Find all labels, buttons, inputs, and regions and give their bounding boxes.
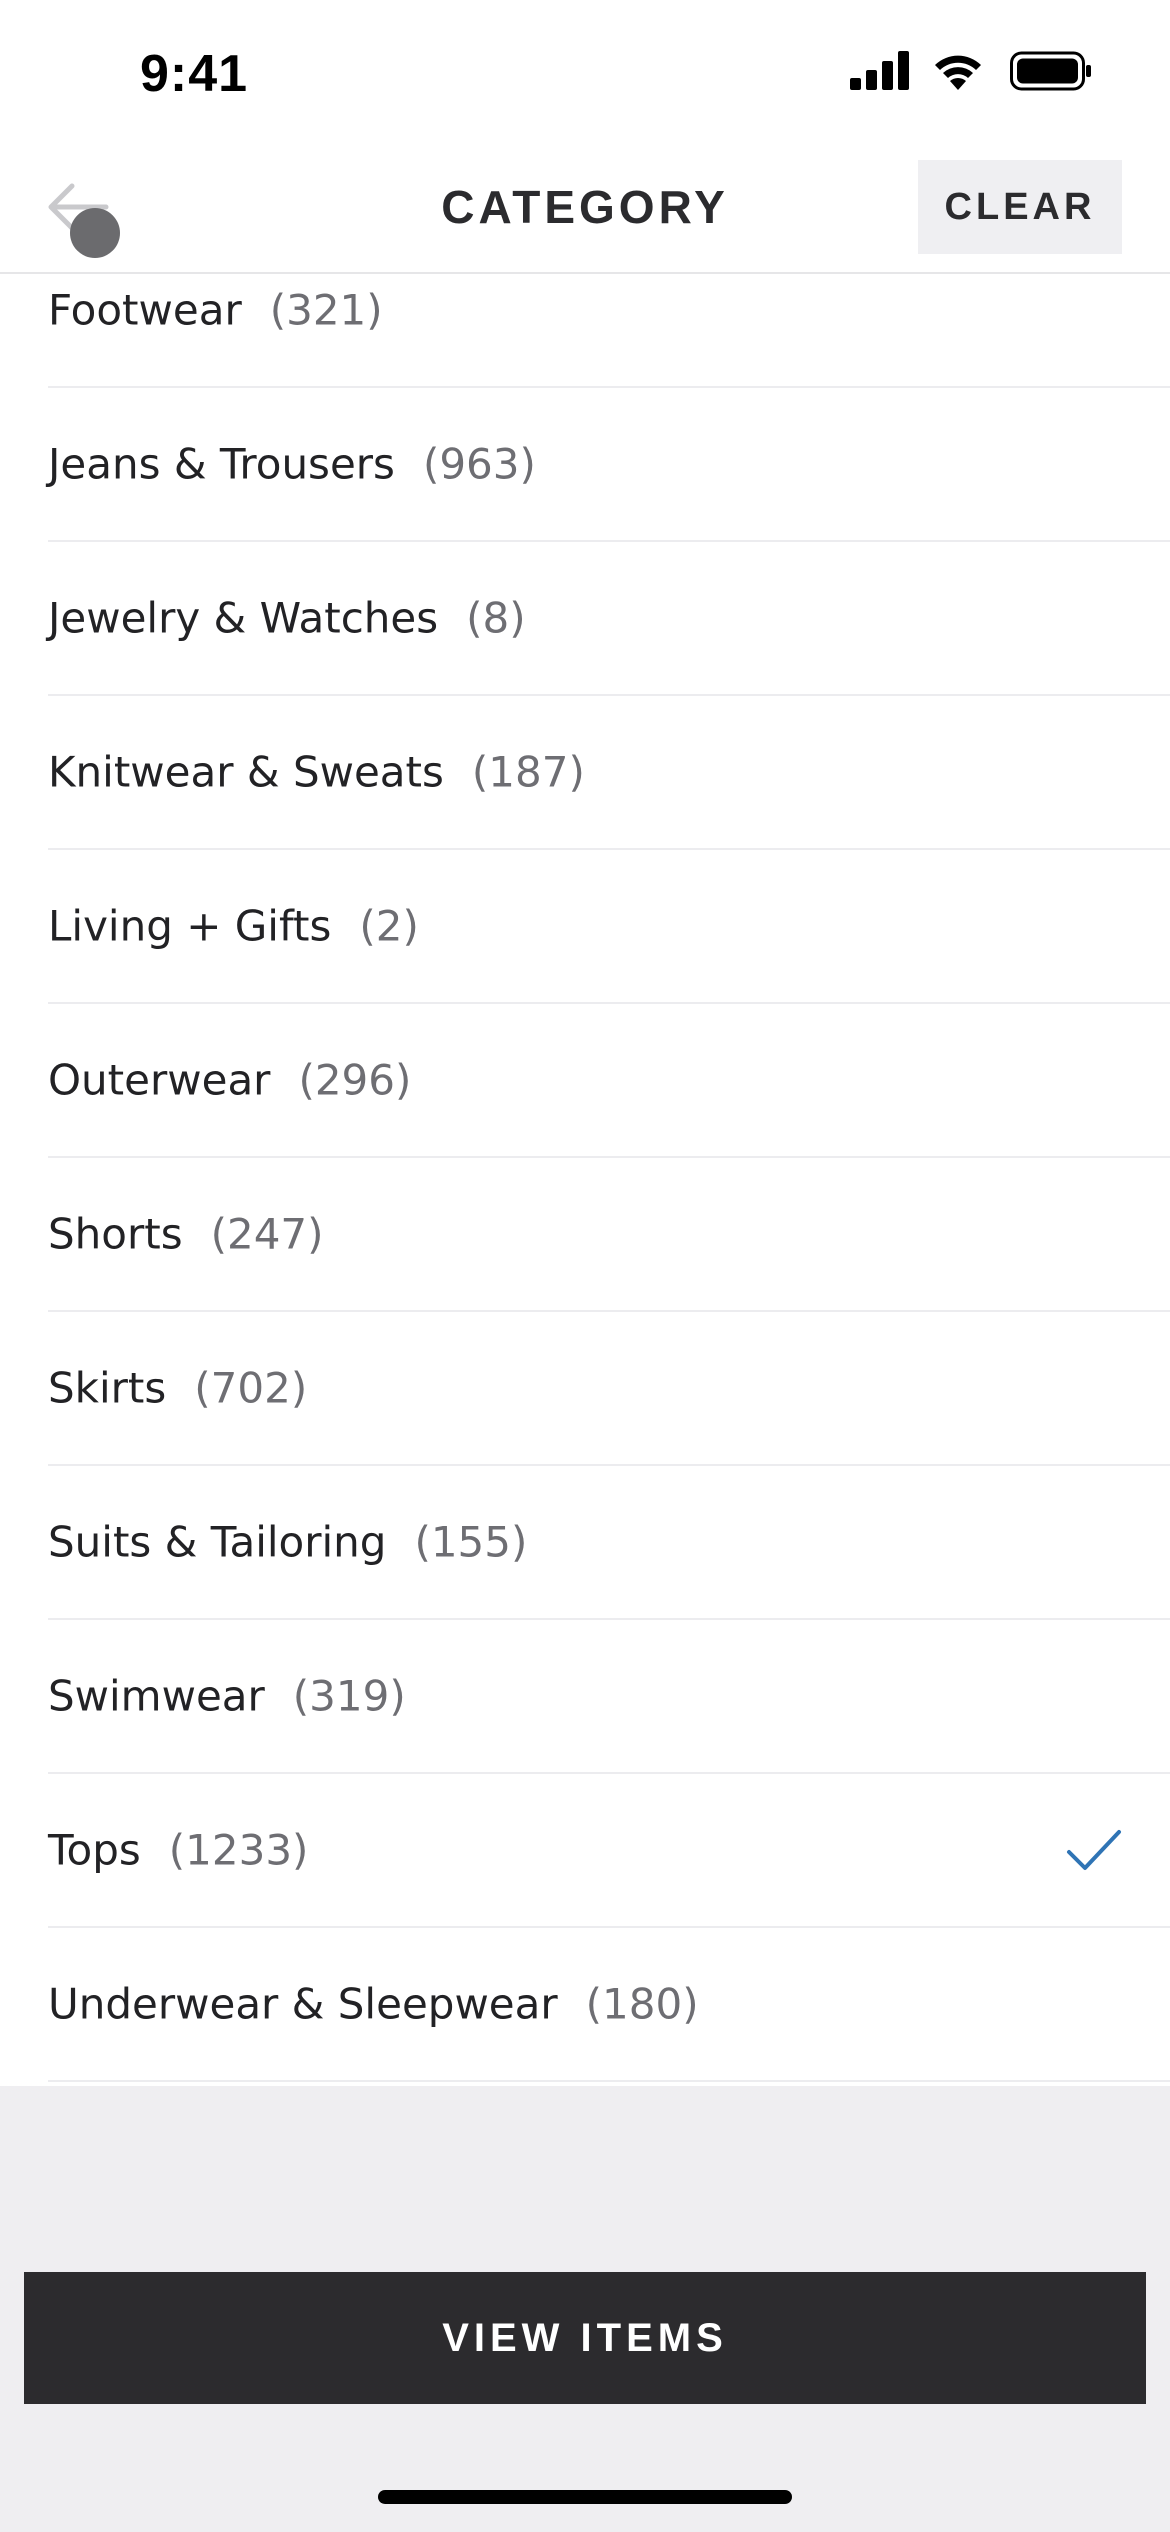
category-item[interactable]: Swimwear (319)	[48, 1620, 1170, 1774]
category-item-text: Skirts (702)	[48, 1364, 307, 1413]
category-count: (8)	[466, 593, 526, 643]
category-item[interactable]: Skirts (702)	[48, 1312, 1170, 1466]
category-item-text: Jewelry & Watches (8)	[48, 594, 526, 643]
category-count: (180)	[585, 1979, 699, 2029]
clear-button[interactable]: CLEAR	[918, 160, 1122, 254]
wifi-icon	[935, 55, 981, 90]
category-item[interactable]: Suits & Tailoring (155)	[48, 1466, 1170, 1620]
category-name: Skirts	[48, 1363, 167, 1413]
category-item-text: Underwear & Sleepwear (180)	[48, 1980, 699, 2029]
category-item[interactable]: Underwear & Sleepwear (180)	[48, 1928, 1170, 2082]
status-bar: 9:41	[0, 0, 1170, 150]
view-items-button[interactable]: VIEW ITEMS	[24, 2272, 1146, 2404]
category-count: (187)	[471, 747, 585, 797]
category-count: (1233)	[168, 1825, 309, 1875]
category-item-text: Shorts (247)	[48, 1210, 324, 1259]
category-count: (247)	[210, 1209, 324, 1259]
category-item[interactable]: Shorts (247)	[48, 1158, 1170, 1312]
checkmark-icon	[1067, 1830, 1121, 1870]
category-item-text: Outerwear (296)	[48, 1056, 411, 1105]
category-name: Jeans & Trousers	[48, 439, 395, 489]
battery-icon	[1010, 51, 1091, 91]
category-item-text: Living + Gifts (2)	[48, 902, 419, 951]
category-item[interactable]: Tops (1233)	[48, 1774, 1170, 1928]
category-name: Jewelry & Watches	[48, 593, 439, 643]
category-item-text: Knitwear & Sweats (187)	[48, 748, 585, 797]
category-count: (319)	[292, 1671, 406, 1721]
cellular-signal-icon	[850, 51, 909, 90]
category-item-text: Jeans & Trousers (963)	[48, 440, 536, 489]
category-name: Swimwear	[48, 1671, 265, 1721]
category-item[interactable]: Living + Gifts (2)	[48, 850, 1170, 1004]
category-item-text: Tops (1233)	[48, 1826, 308, 1875]
category-name: Suits & Tailoring	[48, 1517, 387, 1567]
category-item[interactable]: Footwear (321)	[48, 274, 1170, 388]
category-name: Knitwear & Sweats	[48, 747, 444, 797]
category-count: (296)	[298, 1055, 412, 1105]
status-time: 9:41	[140, 45, 249, 103]
category-name: Shorts	[48, 1209, 183, 1259]
category-item-text: Swimwear (319)	[48, 1672, 406, 1721]
category-name: Tops	[48, 1825, 141, 1875]
category-list: Footwear (321) Jeans & Trousers (963) Jewelr…	[0, 274, 1170, 2086]
status-icons	[850, 50, 1091, 100]
nav-bar: CATEGORY CLEAR	[0, 150, 1170, 274]
category-name: Underwear & Sleepwear	[48, 1979, 558, 2029]
category-name: Living + Gifts	[48, 901, 332, 951]
category-name: Outerwear	[48, 1055, 271, 1105]
category-count: (321)	[269, 285, 383, 335]
category-count: (2)	[359, 901, 419, 951]
category-item[interactable]: Knitwear & Sweats (187)	[48, 696, 1170, 850]
home-indicator	[378, 2490, 792, 2504]
category-count: (963)	[422, 439, 536, 489]
category-item-text: Suits & Tailoring (155)	[48, 1518, 527, 1567]
category-item[interactable]: Outerwear (296)	[48, 1004, 1170, 1158]
category-item[interactable]: Jeans & Trousers (963)	[48, 388, 1170, 542]
category-count: (155)	[414, 1517, 528, 1567]
category-name: Footwear	[48, 285, 242, 335]
category-count: (702)	[194, 1363, 308, 1413]
category-item-text: Footwear (321)	[48, 286, 383, 335]
category-item[interactable]: Jewelry & Watches (8)	[48, 542, 1170, 696]
